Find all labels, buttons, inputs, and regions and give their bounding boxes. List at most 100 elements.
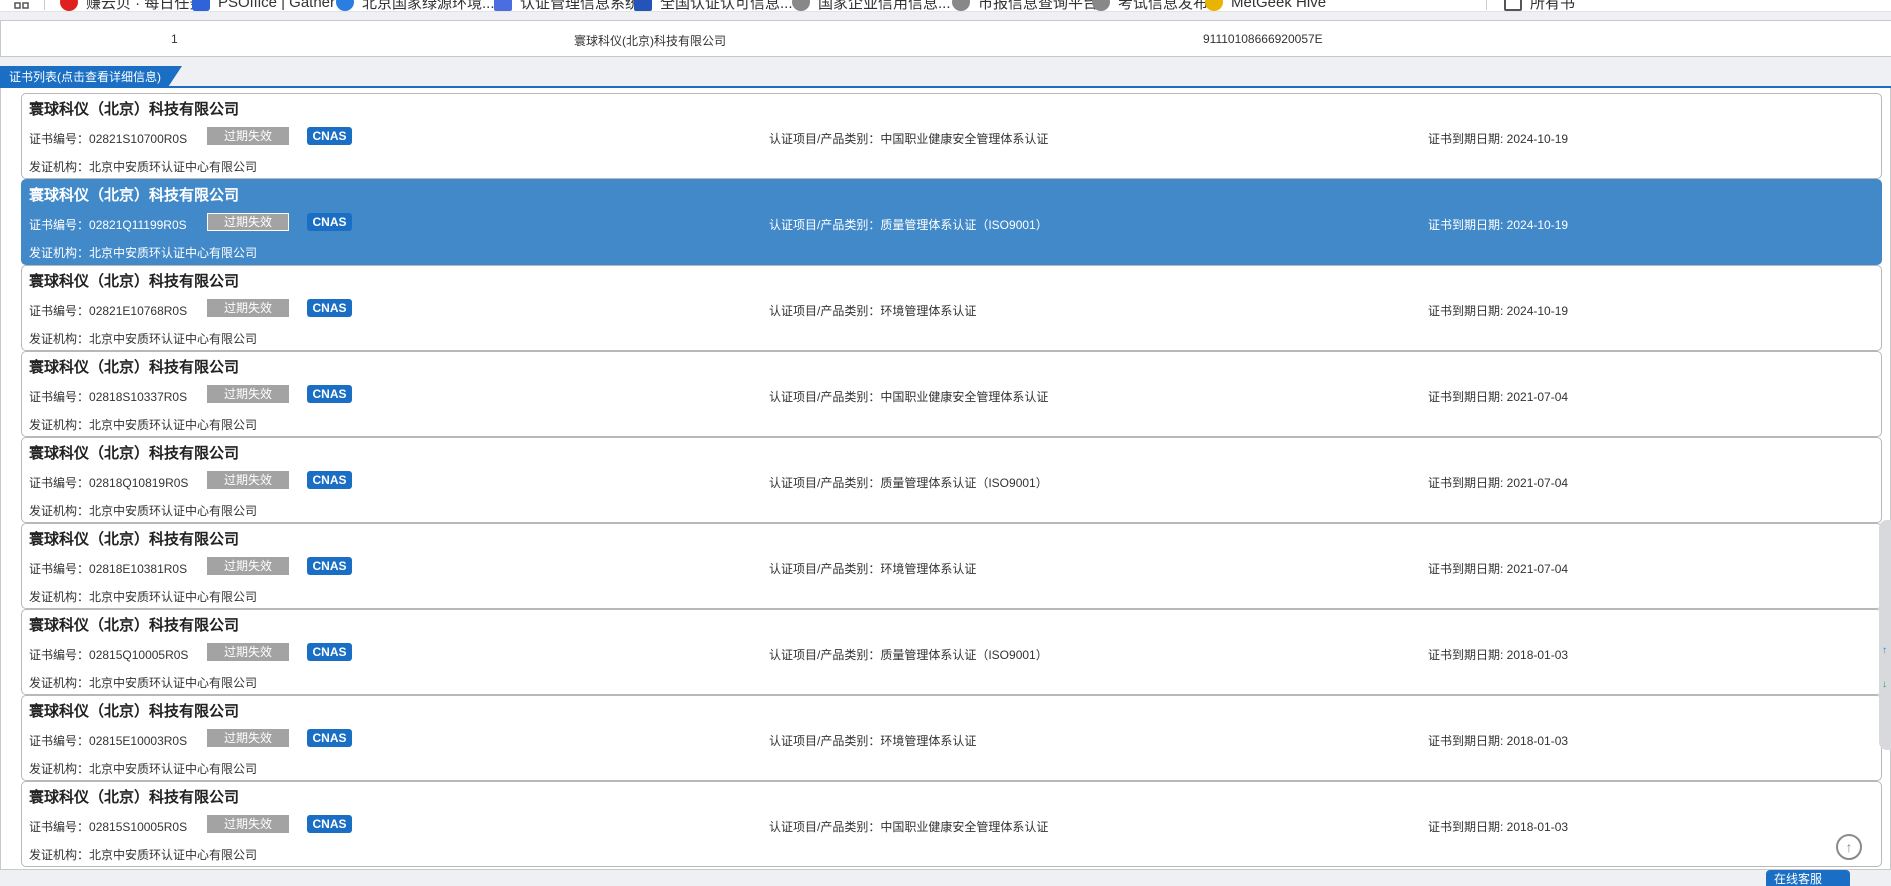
category-label: 认证项目/产品类别： [769, 390, 881, 404]
certificate-card[interactable]: 寰球科仪（北京）科技有限公司 证书编号：02821Q11199R0S 过期失效 CNA… [21, 179, 1882, 265]
issuer-value: 北京中安质环认证中心有限公司 [89, 762, 258, 776]
bookmark-item[interactable]: 全国认证认可信息... [634, 0, 793, 11]
certno-value: 02821Q11199R0S [89, 218, 187, 232]
issuer-label: 发证机构： [29, 676, 90, 690]
category-value: 质量管理体系认证（ISO9001） [880, 648, 1048, 662]
certificate-category: 认证项目/产品类别：中国职业健康安全管理体系认证 [769, 818, 1048, 835]
expiry-label: 证书到期日期: [1428, 132, 1507, 146]
certificate-card[interactable]: 寰球科仪（北京）科技有限公司 证书编号：02821E10768R0S 过期失效 CNA… [21, 265, 1882, 351]
issuer-value: 北京中安质环认证中心有限公司 [89, 332, 258, 346]
red-circle-icon [60, 0, 78, 11]
issuer-label: 发证机构： [29, 504, 90, 518]
category-value: 质量管理体系认证（ISO9001） [880, 476, 1048, 490]
expiry-value: 2018-01-03 [1506, 648, 1569, 662]
certificate-issuer: 发证机构：北京中安质环认证中心有限公司 [29, 674, 257, 691]
bookmark-item[interactable]: PSOffice | Gather [192, 0, 335, 11]
certno-value: 02818Q10819R0S [89, 476, 189, 490]
scroll-down-icon[interactable]: ↓ [1882, 680, 1887, 690]
bookmark-item[interactable]: MetGeek Hive [1205, 0, 1326, 11]
issuer-value: 北京中安质环认证中心有限公司 [89, 246, 258, 260]
certificate-number: 证书编号：02821S10700R0S [29, 130, 187, 147]
bookmark-folder[interactable]: 所有书 [1504, 0, 1575, 11]
certificate-card[interactable]: 寰球科仪（北京）科技有限公司 证书编号：02815S10005R0S 过期失效 CNA… [21, 781, 1882, 867]
cnas-badge: CNAS [307, 557, 352, 575]
expiry-value: 2021-07-04 [1506, 476, 1569, 490]
certificate-number: 证书编号：02818Q10819R0S [29, 474, 188, 491]
category-value: 环境管理体系认证 [880, 562, 977, 576]
expired-badge: 过期失效 [207, 471, 289, 489]
certno-label: 证书编号： [29, 820, 90, 834]
online-service-button[interactable]: 在线客服 [1766, 870, 1850, 886]
arrow-up-circle-icon: ↑ [1845, 839, 1853, 855]
category-value: 中国职业健康安全管理体系认证 [880, 390, 1049, 404]
certificate-expiry: 证书到期日期: 2018-01-03 [1428, 646, 1568, 663]
cnas-badge: CNAS [307, 213, 352, 231]
bookmark-item[interactable]: 北京国家绿源环境... [336, 0, 495, 11]
certificate-expiry: 证书到期日期: 2024-10-19 [1428, 130, 1568, 147]
certificate-card[interactable]: 寰球科仪（北京）科技有限公司 证书编号：02815E10003R0S 过期失效 CNA… [21, 695, 1882, 781]
globe-icon [1092, 0, 1110, 11]
certno-value: 02815Q10005R0S [89, 648, 189, 662]
category-label: 认证项目/产品类别： [769, 734, 881, 748]
issuer-value: 北京中安质环认证中心有限公司 [89, 848, 258, 862]
certificate-card[interactable]: 寰球科仪（北京）科技有限公司 证书编号：02821S10700R0S 过期失效 CNA… [21, 93, 1882, 179]
expired-badge: 过期失效 [207, 557, 289, 575]
certificate-number: 证书编号：02815Q10005R0S [29, 646, 188, 663]
expiry-label: 证书到期日期: [1428, 476, 1507, 490]
row-index: 1 [171, 32, 178, 46]
category-value: 质量管理体系认证（ISO9001） [880, 218, 1048, 232]
company-summary-row[interactable]: 1 寰球科仪(北京)科技有限公司 91110108666920057E [0, 20, 1891, 57]
bookmark-item[interactable]: 赚云贝 · 每日任务 [60, 0, 204, 11]
certificate-number: 证书编号：02821Q11199R0S [29, 216, 187, 233]
issuer-value: 北京中安质环认证中心有限公司 [89, 676, 258, 690]
certificate-company: 寰球科仪（北京）科技有限公司 [29, 703, 240, 720]
expiry-value: 2018-01-03 [1506, 820, 1569, 834]
bookmark-item[interactable]: 考试信息发布 [1092, 0, 1208, 11]
expired-badge: 过期失效 [207, 643, 289, 661]
issuer-label: 发证机构： [29, 160, 90, 174]
category-value: 中国职业健康安全管理体系认证 [880, 132, 1049, 146]
certificate-list: 寰球科仪（北京）科技有限公司 证书编号：02821S10700R0S 过期失效 CNA… [0, 88, 1891, 870]
blue-square-icon [192, 0, 210, 11]
certificate-category: 认证项目/产品类别：中国职业健康安全管理体系认证 [769, 388, 1048, 405]
certificate-card[interactable]: 寰球科仪（北京）科技有限公司 证书编号：02818E10381R0S 过期失效 CNA… [21, 523, 1882, 609]
category-label: 认证项目/产品类别： [769, 820, 881, 834]
certificate-card[interactable]: 寰球科仪（北京）科技有限公司 证书编号：02818S10337R0S 过期失效 CNA… [21, 351, 1882, 437]
globe-icon [792, 0, 810, 11]
bookmark-item[interactable]: 市报信息查询平台 [952, 0, 1098, 11]
category-label: 认证项目/产品类别： [769, 132, 881, 146]
doc-icon [494, 0, 512, 11]
certificate-issuer: 发证机构：北京中安质环认证中心有限公司 [29, 760, 257, 777]
yellow-icon [1205, 0, 1223, 11]
bookmark-item[interactable]: 国家企业信用信息... [792, 0, 951, 11]
expired-badge: 过期失效 [207, 213, 289, 231]
cnas-badge: CNAS [307, 471, 352, 489]
category-value: 中国职业健康安全管理体系认证 [880, 820, 1049, 834]
back-to-top-button[interactable]: ↑ [1836, 834, 1862, 860]
section-title: 证书列表(点击查看详细信息) [0, 66, 182, 88]
apps-grid-icon[interactable] [14, 0, 30, 11]
expiry-value: 2021-07-04 [1506, 390, 1569, 404]
certificate-company: 寰球科仪（北京）科技有限公司 [29, 789, 240, 806]
issuer-value: 北京中安质环认证中心有限公司 [89, 590, 258, 604]
scroll-helper[interactable] [1879, 520, 1891, 750]
certificate-expiry: 证书到期日期: 2021-07-04 [1428, 388, 1568, 405]
scroll-up-icon[interactable]: ↑ [1882, 646, 1887, 656]
company-name: 寰球科仪(北京)科技有限公司 [574, 34, 726, 48]
certificate-issuer: 发证机构：北京中安质环认证中心有限公司 [29, 502, 257, 519]
expiry-label: 证书到期日期: [1428, 304, 1507, 318]
certno-label: 证书编号： [29, 562, 90, 576]
bookmark-item[interactable]: 认证管理信息系统 [494, 0, 640, 11]
globe-icon [952, 0, 970, 11]
certno-value: 02821S10700R0S [89, 132, 188, 146]
certificate-expiry: 证书到期日期: 2021-07-04 [1428, 474, 1568, 491]
certno-label: 证书编号： [29, 734, 90, 748]
credit-code: 91110108666920057E [1203, 32, 1323, 46]
cnas-badge: CNAS [307, 299, 352, 317]
cnas-badge: CNAS [307, 643, 352, 661]
certificate-number: 证书编号：02818S10337R0S [29, 388, 187, 405]
certificate-category: 认证项目/产品类别：中国职业健康安全管理体系认证 [769, 130, 1048, 147]
certificate-card[interactable]: 寰球科仪（北京）科技有限公司 证书编号：02818Q10819R0S 过期失效 CNA… [21, 437, 1882, 523]
certno-value: 02815E10003R0S [89, 734, 188, 748]
certificate-card[interactable]: 寰球科仪（北京）科技有限公司 证书编号：02815Q10005R0S 过期失效 CNA… [21, 609, 1882, 695]
